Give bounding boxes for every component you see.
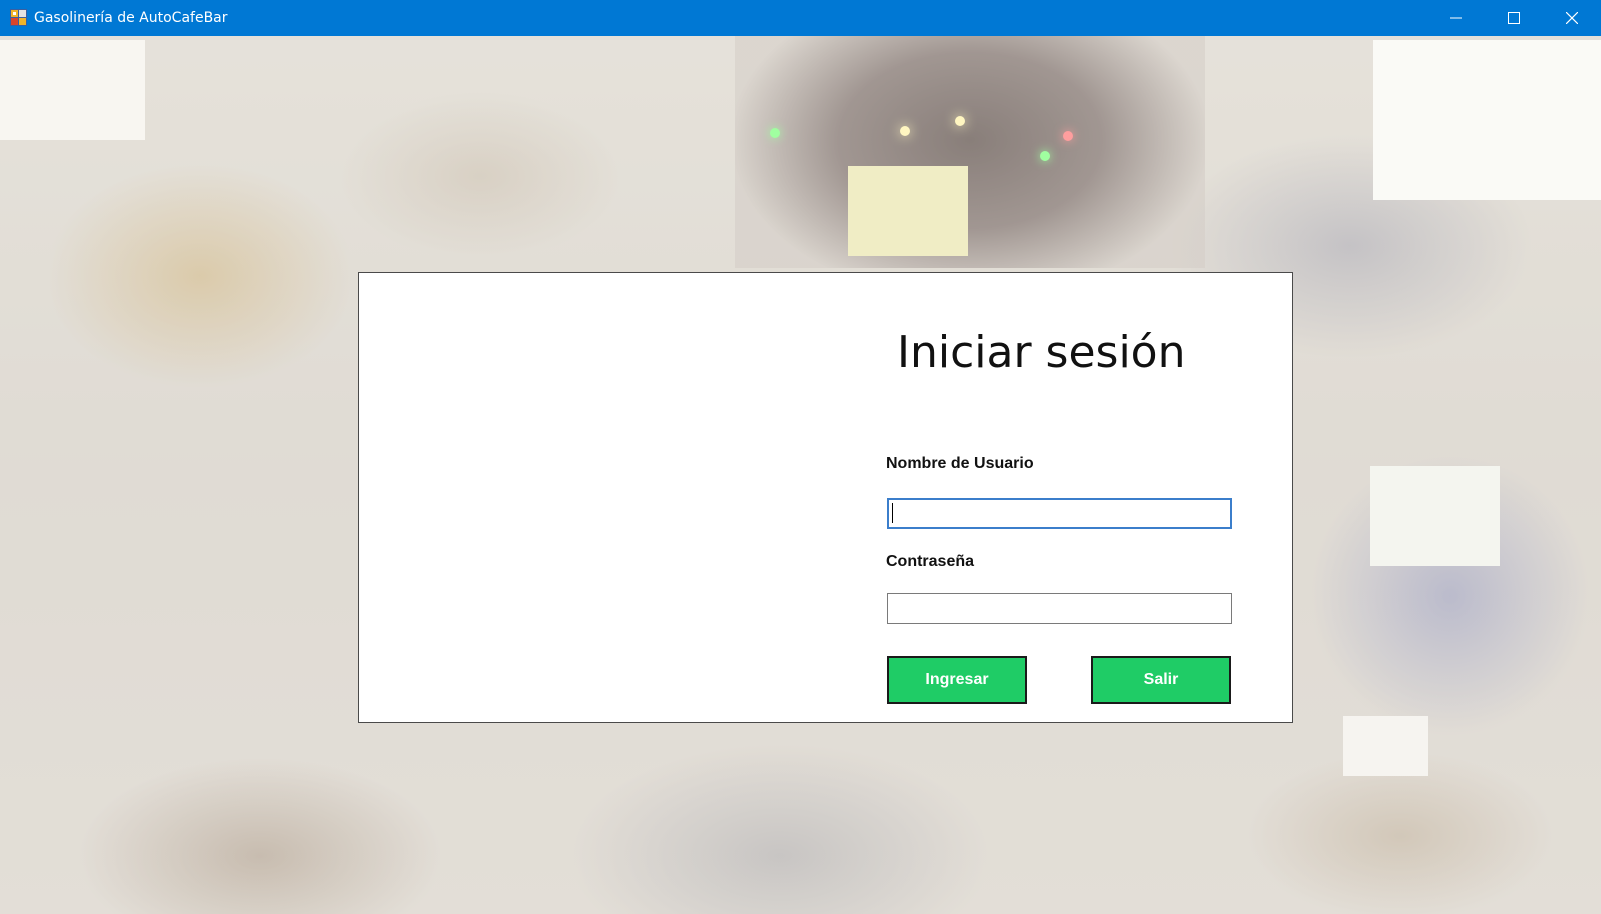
text-caret xyxy=(892,503,893,523)
password-label: Contraseña xyxy=(886,553,975,570)
close-button[interactable] xyxy=(1543,0,1601,36)
password-input[interactable] xyxy=(887,593,1232,624)
minimize-icon xyxy=(1450,12,1462,24)
maximize-icon xyxy=(1508,12,1520,24)
username-input[interactable] xyxy=(887,498,1232,529)
exit-button[interactable]: Salir xyxy=(1091,656,1231,704)
minimize-button[interactable] xyxy=(1427,0,1485,36)
login-button[interactable]: Ingresar xyxy=(887,656,1027,704)
close-icon xyxy=(1566,12,1578,24)
app-window: Gasolinería de AutoCafeBar Iniciar sesió… xyxy=(0,0,1601,914)
app-icon xyxy=(10,9,27,26)
title-bar[interactable]: Gasolinería de AutoCafeBar xyxy=(0,0,1601,36)
username-label: Nombre de Usuario xyxy=(886,455,1034,472)
maximize-button[interactable] xyxy=(1485,0,1543,36)
login-title: Iniciar sesión xyxy=(897,327,1186,378)
window-title: Gasolinería de AutoCafeBar xyxy=(34,10,228,26)
